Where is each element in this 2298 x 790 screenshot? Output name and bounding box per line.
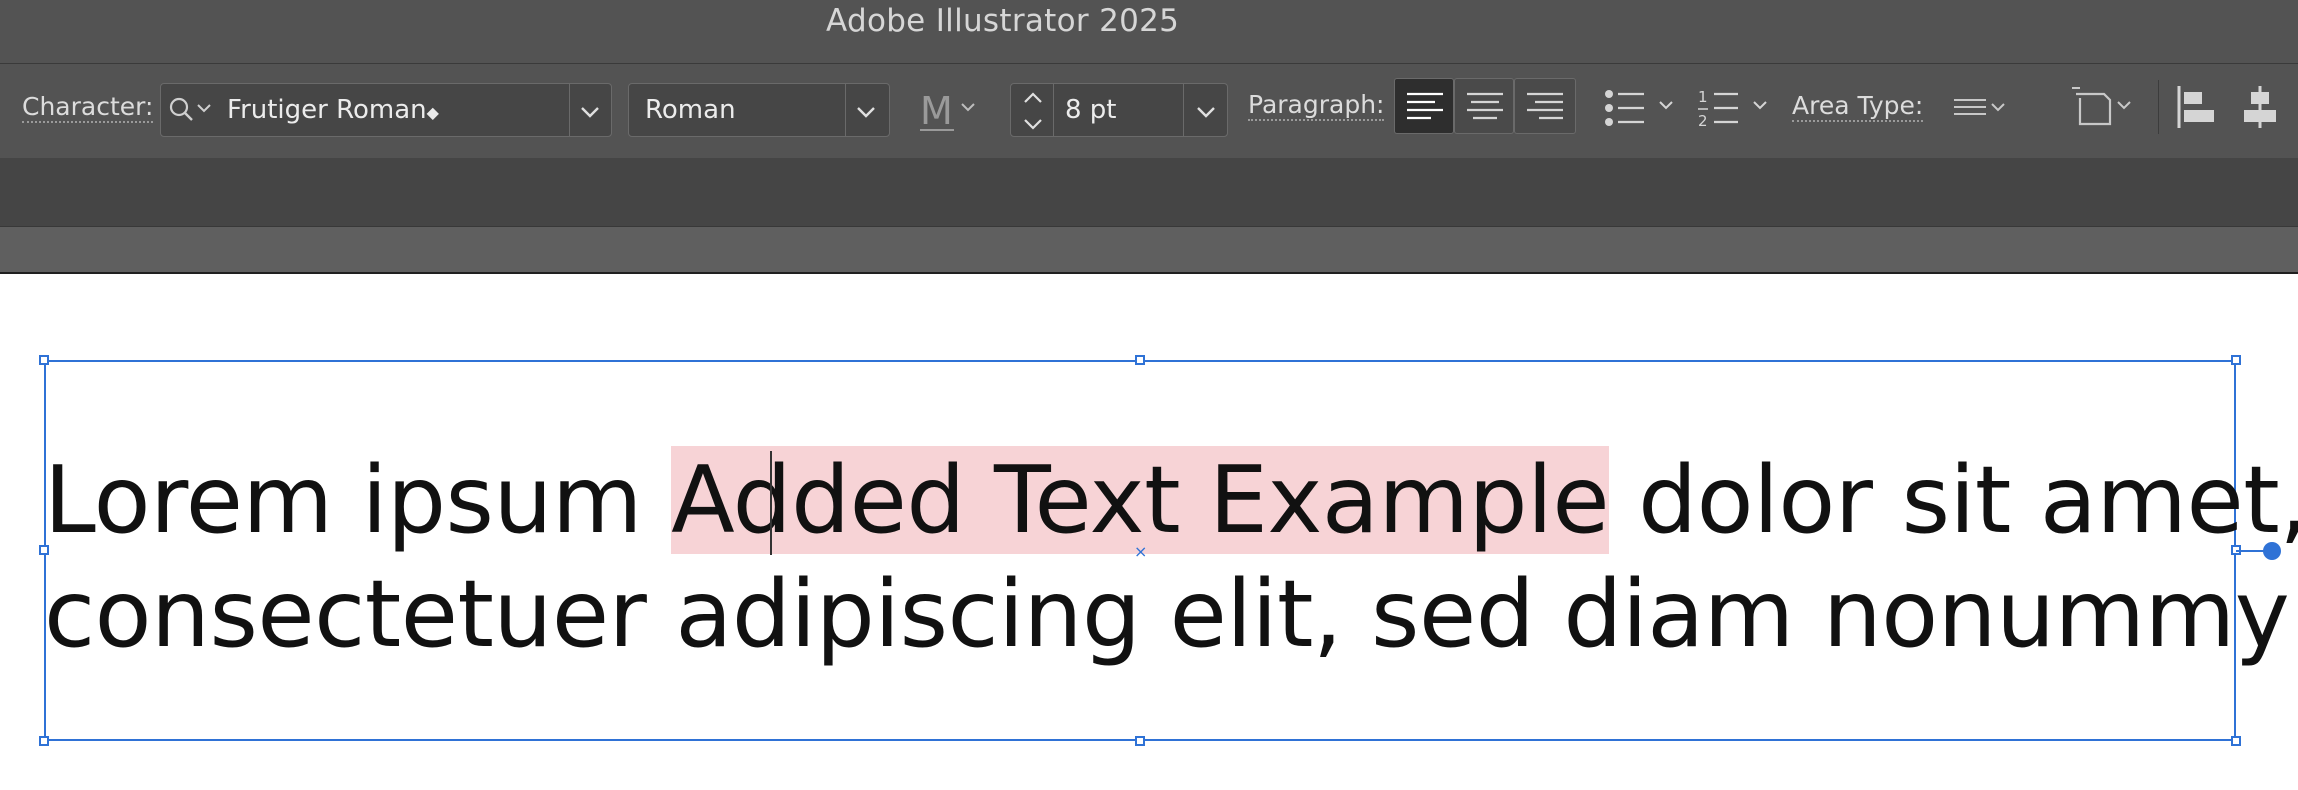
title-bar: Adobe Illustrator 2025 [0, 0, 2298, 64]
area-type-options-icon[interactable] [1952, 96, 2016, 125]
align-left-icon [1407, 92, 1443, 120]
font-style-value: Roman [645, 95, 736, 125]
text-run: dolor sit amet, [1609, 446, 2298, 554]
text-line-1[interactable]: Lorem ipsum Added Text Example dolor sit… [44, 446, 2298, 554]
resize-handle[interactable] [2231, 355, 2241, 365]
font-size-value: 8 pt [1065, 95, 1117, 125]
text-run: Lorem ipsum [44, 446, 672, 554]
app-title: Adobe Illustrator 2025 [826, 3, 1180, 39]
chevron-down-icon[interactable] [855, 100, 877, 122]
text-line-2[interactable]: consectetuer adipiscing elit, sed diam n… [44, 560, 2290, 668]
resize-handle[interactable] [1135, 736, 1145, 746]
font-family-field[interactable]: Frutiger Roman◆ [160, 83, 612, 137]
chevron-down-icon[interactable] [1195, 100, 1217, 122]
document-tab-strip [0, 227, 2298, 274]
svg-text:2: 2 [1698, 112, 1708, 130]
bullets-icon[interactable] [1604, 88, 1680, 133]
align-center-button[interactable] [1454, 78, 1514, 134]
font-style-field[interactable]: Roman [628, 83, 890, 137]
svg-text:M: M [920, 89, 953, 133]
search-icon[interactable] [169, 96, 215, 131]
align-center-icon [1467, 92, 1503, 120]
chevron-down-icon[interactable] [579, 100, 601, 122]
align-right-icon [1527, 92, 1563, 120]
align-right-button[interactable] [1514, 78, 1576, 134]
highlighted-text: Added Text Example [671, 446, 1610, 554]
resize-handle[interactable] [39, 736, 49, 746]
character-label[interactable]: Character: [22, 93, 154, 123]
resize-handle[interactable] [2231, 736, 2241, 746]
resize-handle[interactable] [39, 355, 49, 365]
transform-icon[interactable] [2070, 86, 2136, 135]
stepper-icon[interactable] [1021, 88, 1045, 141]
font-size-field[interactable]: 8 pt [1010, 83, 1228, 137]
touch-type-icon[interactable]: M [918, 86, 980, 139]
empty-toolbar [0, 158, 2298, 227]
text-cursor [770, 451, 772, 555]
svg-text:1: 1 [1698, 88, 1708, 106]
font-family-value: Frutiger Roman◆ [227, 95, 439, 125]
paragraph-label[interactable]: Paragraph: [1248, 91, 1385, 121]
align-left-edges-icon[interactable] [2176, 84, 2216, 135]
center-point-marker: × [1134, 542, 1148, 561]
resize-handle[interactable] [1135, 355, 1145, 365]
area-type-label[interactable]: Area Type: [1792, 92, 1924, 122]
align-left-button[interactable] [1394, 78, 1454, 134]
align-horizontal-center-icon[interactable] [2240, 84, 2280, 135]
numbered-list-icon[interactable]: 12 [1698, 86, 1774, 135]
